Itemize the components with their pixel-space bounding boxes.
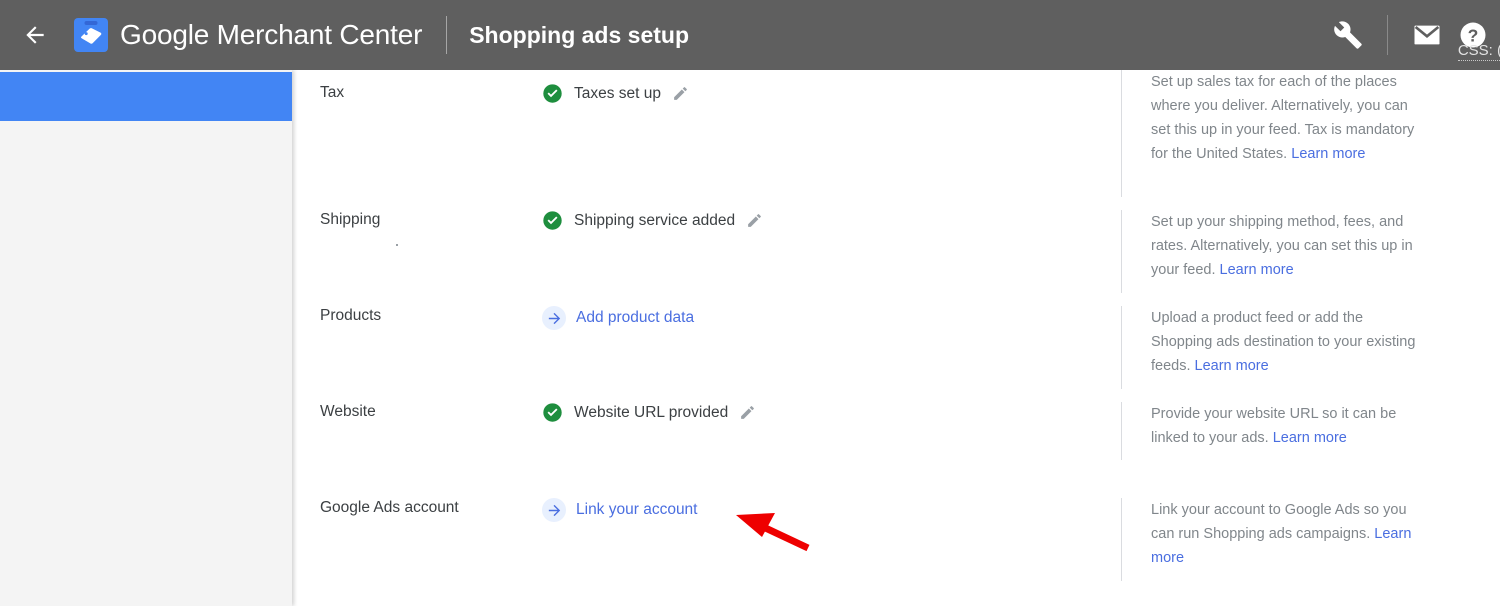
row-help-text: Upload a product feed or add the Shoppin… [1121,306,1421,389]
learn-more-link[interactable]: Learn more [1195,358,1269,374]
row-label: Products [320,307,382,324]
green-check-circle-icon [543,211,562,230]
green-check-circle-icon [543,403,562,422]
row-status-text: Shipping service added [574,211,736,229]
stray-dot-artifact [396,244,398,246]
row-help-text: Set up sales tax for each of the places … [1121,70,1421,197]
page-title: Shopping ads setup [469,21,689,48]
brand-title: Google Merchant Center [120,19,422,51]
messages-button[interactable] [1404,12,1450,58]
left-sidebar [0,70,292,606]
row-action-link[interactable]: Add product data [576,308,694,328]
brand-home-link[interactable]: Google Merchant Center [74,18,422,52]
setup-row-products: Products Add product data Upload a produ… [292,306,1500,402]
blue-arrow-right-circle-icon [542,306,566,330]
setup-row-tax: Tax Taxes set up Set up sales tax for ea… [292,70,1500,210]
css-status-label[interactable]: CSS: ( [1457,42,1500,61]
pencil-icon[interactable] [739,404,756,421]
row-status: Website URL provided [542,402,1102,423]
brand-google-word: Google [120,19,210,50]
pencil-icon[interactable] [672,85,689,102]
setup-row-shipping: Shipping Shipping service added Set up y… [292,210,1500,306]
envelope-icon [1414,25,1440,45]
tools-button[interactable] [1325,12,1371,58]
logo-notch [84,21,98,25]
row-status: Shipping service added [542,210,1102,231]
wrench-icon [1334,21,1362,49]
blue-arrow-right-circle-icon [542,498,566,522]
row-help-text: Provide your website URL so it can be li… [1121,402,1421,460]
help-body: Link your account to Google Ads so you c… [1151,502,1407,542]
arrow-left-icon [26,26,44,44]
learn-more-link[interactable]: Learn more [1220,262,1294,278]
row-status: Add product data [542,306,1102,330]
green-check-circle-icon [543,84,562,103]
row-help-text: Set up your shipping method, fees, and r… [1121,210,1421,293]
setup-steps-panel: Tax Taxes set up Set up sales tax for ea… [292,70,1500,606]
pencil-icon[interactable] [746,212,763,229]
row-action-link[interactable]: Link your account [576,500,698,520]
logo-tag-shape [79,27,103,49]
merchant-center-tag-logo [74,18,108,52]
row-status-text: Taxes set up [574,84,662,102]
sidebar-item-selected[interactable] [0,72,292,121]
row-status: Taxes set up [542,83,1102,104]
learn-more-link[interactable]: Learn more [1273,430,1347,446]
row-status-text: Website URL provided [574,403,729,421]
row-label: Shipping [320,211,381,228]
row-help-text: Link your account to Google Ads so you c… [1121,498,1421,581]
help-body: Upload a product feed or add the Shoppin… [1151,310,1416,374]
setup-row-website: Website Website URL provided Provide you… [292,402,1500,498]
setup-row-google-ads-account: Google Ads account Link your account Lin… [292,498,1500,594]
row-label: Tax [320,84,345,101]
row-status: Link your account [542,498,1102,522]
top-app-bar: Google Merchant Center Shopping ads setu… [0,0,1500,70]
brand-rest-word: Merchant Center [209,19,423,50]
topbar-actions-divider [1387,15,1388,55]
merchant-center-shopping-ads-setup-page: Google Merchant Center Shopping ads setu… [0,0,1500,606]
topbar-divider [446,16,448,54]
help-body: Set up sales tax for each of the places … [1151,74,1415,162]
row-label: Website [320,403,376,420]
learn-more-link[interactable]: Learn more [1291,146,1365,162]
back-button[interactable] [18,18,52,52]
row-label: Google Ads account [320,499,459,516]
